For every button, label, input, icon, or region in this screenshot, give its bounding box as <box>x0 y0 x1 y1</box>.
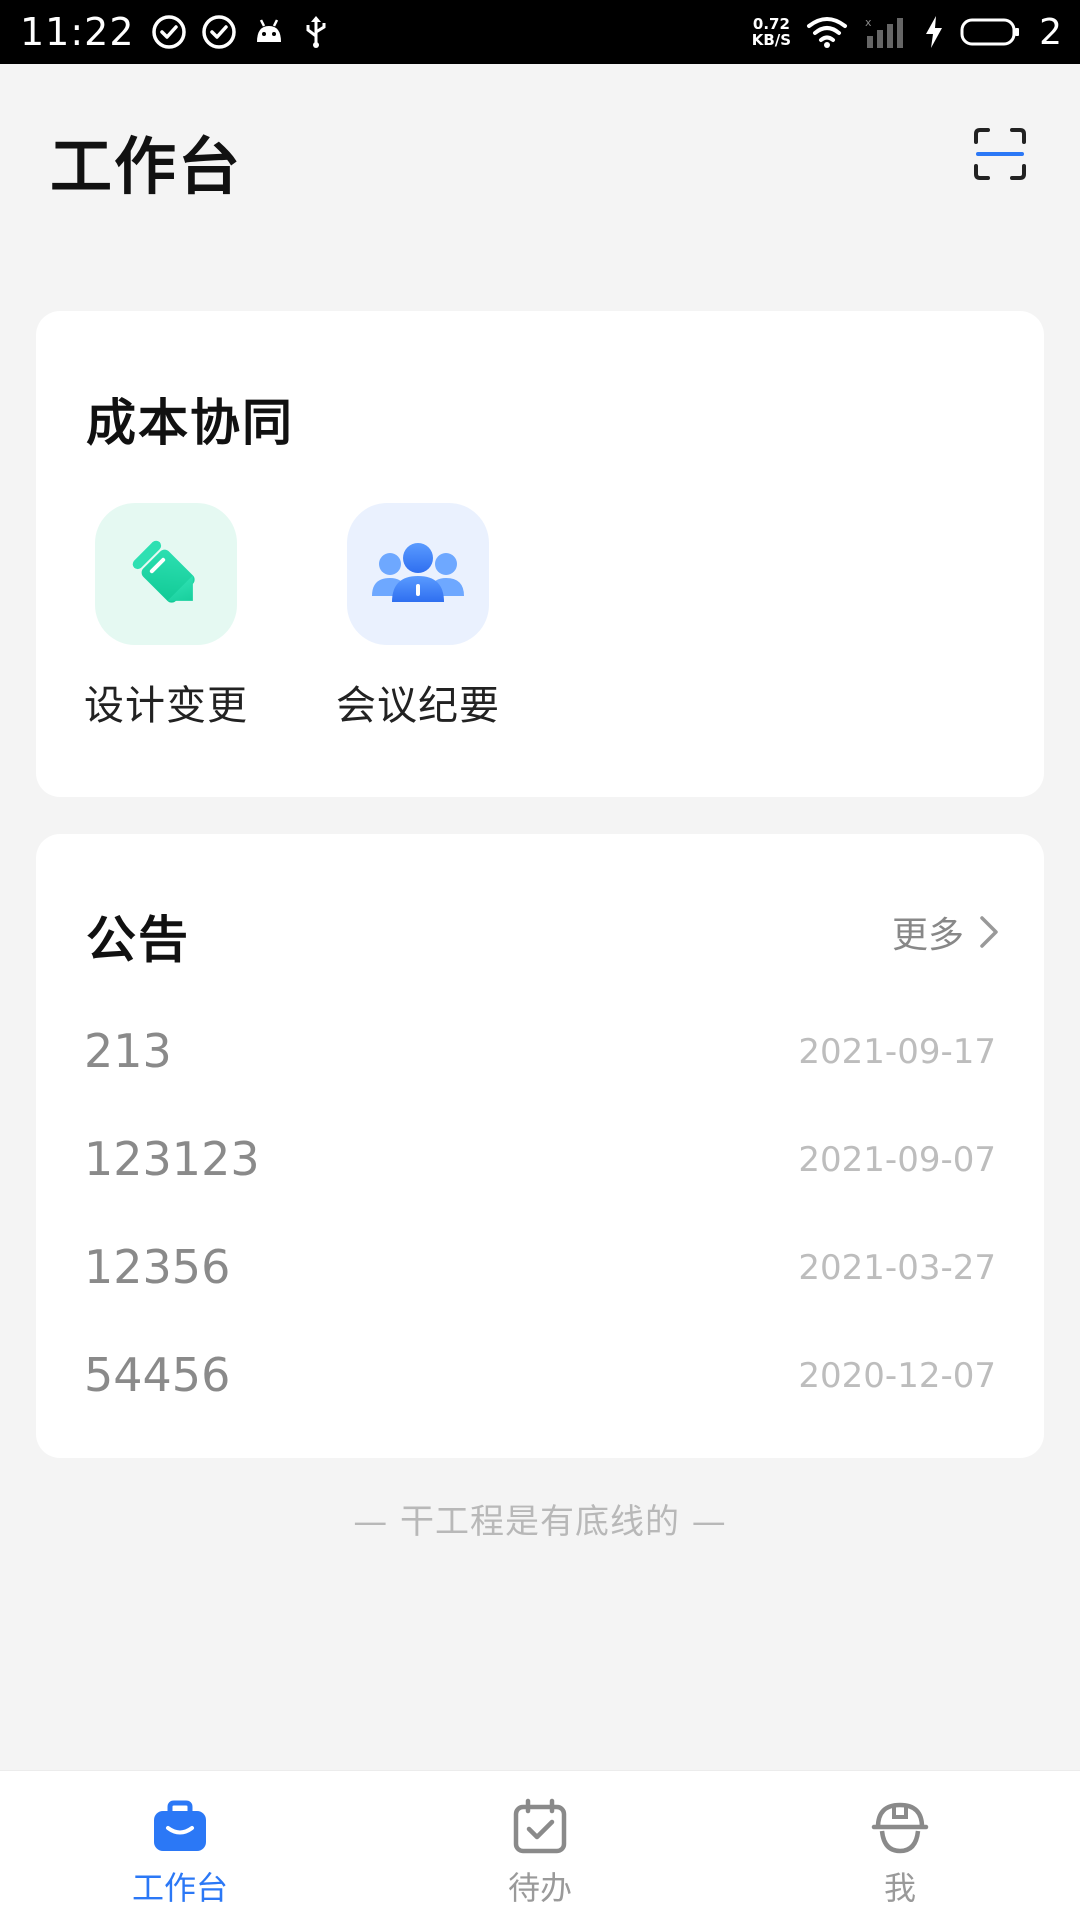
meeting-minutes-button[interactable]: 会议纪要 <box>336 503 500 731</box>
cost-collaboration-title: 成本协同 <box>86 394 294 452</box>
android-icon <box>256 19 281 42</box>
status-system-icons: 0.72 KB/S x 2 <box>752 12 1062 53</box>
notice-row[interactable]: 213 2021-09-17 <box>36 1010 1044 1118</box>
network-speed-value: 0.72 <box>752 15 790 33</box>
notice-row-date: 2020-12-07 <box>798 1356 996 1396</box>
design-change-button[interactable]: 设计变更 <box>84 503 248 731</box>
check-circle-icon <box>151 15 186 49</box>
notice-row-date: 2021-09-07 <box>798 1140 996 1180</box>
design-change-icon-tile <box>95 503 237 645</box>
app-header: 工作台 <box>0 64 1080 244</box>
network-speed-unit: KB/S <box>751 31 792 49</box>
usb-icon <box>306 16 326 48</box>
notice-row-date: 2021-09-17 <box>798 1032 996 1072</box>
pencil-icon <box>132 540 195 603</box>
briefcase-icon <box>154 1800 206 1851</box>
notice-row-title: 12356 <box>84 1240 231 1294</box>
tab-todo[interactable]: 待办 <box>360 1771 720 1921</box>
design-change-label: 设计变更 <box>84 683 248 729</box>
helmet-icon <box>871 1802 929 1854</box>
page-title: 工作台 <box>50 130 243 203</box>
network-speed: 0.72 KB/S <box>752 16 791 48</box>
cost-collaboration-card: 成本协同 设计变更 会议纪要 <box>36 311 1044 797</box>
status-notification-icons <box>151 14 331 50</box>
calendar-check-icon <box>513 1798 567 1854</box>
more-label: 更多 <box>891 915 964 956</box>
wifi-icon <box>807 17 848 48</box>
status-bar: 11:22 0.72 KB/S x 2 <box>0 0 1080 64</box>
notice-card: 公告 更多 213 2021-09-17 123123 2021-09-07 1… <box>36 834 1044 1458</box>
tab-me[interactable]: 我 <box>720 1771 1080 1921</box>
tab-me-label: 我 <box>883 1869 916 1907</box>
tab-workbench[interactable]: 工作台 <box>0 1771 360 1921</box>
notice-row-date: 2021-03-27 <box>798 1248 996 1288</box>
signal-icon: x <box>865 16 904 48</box>
meeting-minutes-label: 会议纪要 <box>336 683 500 729</box>
check-circle-icon <box>201 15 236 49</box>
notice-row[interactable]: 123123 2021-09-07 <box>36 1118 1044 1226</box>
charging-icon <box>926 16 943 48</box>
scan-icon <box>974 128 1026 180</box>
notice-row-title: 213 <box>84 1024 172 1078</box>
meeting-minutes-icon-tile <box>347 503 489 645</box>
notice-title: 公告 <box>86 911 190 969</box>
scan-button[interactable] <box>968 122 1032 186</box>
notice-row[interactable]: 54456 2020-12-07 <box>36 1334 1044 1442</box>
battery-icon <box>960 18 1020 46</box>
notice-row-title: 123123 <box>84 1132 260 1186</box>
tab-workbench-label: 工作台 <box>131 1869 228 1907</box>
slogan-text: — 干工程是有底线的 — <box>353 1502 727 1542</box>
notice-more-link[interactable]: 更多 <box>892 906 1000 958</box>
status-time: 11:22 <box>20 10 135 54</box>
tab-todo-label: 待办 <box>507 1869 572 1907</box>
bottom-navigation: 工作台 待办 我 <box>0 1770 1080 1921</box>
people-icon <box>372 543 464 602</box>
battery-level: 2 <box>1039 11 1062 53</box>
notice-row[interactable]: 12356 2021-03-27 <box>36 1226 1044 1334</box>
svg-text:x: x <box>865 16 872 29</box>
chevron-right-icon <box>980 916 998 948</box>
notice-list: 213 2021-09-17 123123 2021-09-07 12356 2… <box>36 1010 1044 1442</box>
notice-row-title: 54456 <box>84 1348 231 1402</box>
